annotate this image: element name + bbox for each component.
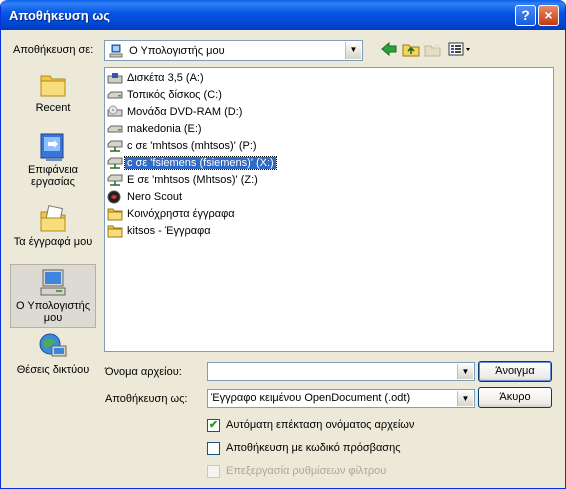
- network-drive-icon: [107, 156, 123, 170]
- hard-drive-icon: [107, 122, 123, 136]
- list-item[interactable]: E σε 'mhtsos (Mhtsos)' (Z:): [107, 172, 260, 188]
- cancel-button[interactable]: Άκυρο: [478, 387, 552, 408]
- filetype-value: Έγγραφο κειμένου OpenDocument (.odt): [211, 392, 411, 404]
- title-bar[interactable]: Αποθήκευση ως ? ×: [1, 0, 565, 30]
- my-documents-icon: [38, 204, 68, 234]
- place-recent-label: Recent: [35, 102, 71, 114]
- chevron-down-icon[interactable]: ▼: [345, 42, 361, 59]
- place-my-computer[interactable]: Ο Υπολογιστής μου: [10, 264, 96, 328]
- list-item[interactable]: Nero Scout: [107, 189, 184, 205]
- floppy-drive-icon: [107, 71, 123, 85]
- filetype-dropdown[interactable]: Έγγραφο κειμένου OpenDocument (.odt) ▼: [207, 389, 475, 408]
- hard-drive-icon: [107, 88, 123, 102]
- back-arrow-icon[interactable]: [379, 41, 399, 60]
- save-with-password-checkbox[interactable]: [207, 442, 220, 455]
- place-desktop-label: Επιφάνεια εργασίας: [27, 164, 79, 188]
- list-item[interactable]: Κοινόχρηστα έγγραφα: [107, 206, 237, 222]
- network-drive-icon: [107, 139, 123, 153]
- save-in-value: Ο Υπολογιστής μου: [129, 44, 225, 57]
- close-button[interactable]: ×: [538, 5, 559, 26]
- open-button[interactable]: Άνοιγμα: [478, 361, 552, 382]
- filename-label: Όνομα αρχείου:: [105, 366, 182, 378]
- list-item[interactable]: makedonia (E:): [107, 121, 204, 137]
- list-item[interactable]: Μονάδα DVD-RAM (D:): [107, 104, 244, 120]
- chevron-down-icon[interactable]: ▼: [457, 364, 473, 379]
- chevron-down-icon[interactable]: ▼: [457, 391, 473, 406]
- list-item[interactable]: Δισκέτα 3,5 (A:): [107, 70, 206, 86]
- list-item[interactable]: Τοπικός δίσκος (C:): [107, 87, 224, 103]
- list-item[interactable]: c σε 'mhtsos (mhtsos)' (P:): [107, 138, 259, 154]
- place-my-computer-label: Ο Υπολογιστής μου: [15, 300, 91, 324]
- help-button[interactable]: ?: [515, 5, 536, 26]
- places-bar: Recent Επιφάνεια εργασίας Τα έγγραφά μου…: [8, 64, 98, 384]
- edit-filter-settings-label: Επεξεργασία ρυθμίσεων φίλτρου: [226, 465, 387, 477]
- folder-up-icon[interactable]: [401, 42, 421, 60]
- save-in-label: Αποθήκευση σε:: [13, 44, 94, 56]
- place-my-documents[interactable]: Τα έγγραφά μου: [10, 204, 96, 260]
- auto-extension-checkbox[interactable]: ✔: [207, 419, 220, 432]
- views-menu-icon[interactable]: [447, 42, 473, 60]
- file-list[interactable]: Δισκέτα 3,5 (A:) Τοπικός δίσκος (C:) Μον…: [104, 67, 554, 352]
- save-with-password-label: Αποθήκευση με κωδικό πρόσβασης: [226, 442, 401, 454]
- nero-scout-icon: [107, 190, 123, 204]
- filename-input[interactable]: ▼: [207, 362, 475, 381]
- place-recent[interactable]: Recent: [10, 70, 96, 126]
- recent-icon: [38, 70, 68, 100]
- list-item[interactable]: kitsos - Έγγραφα: [107, 223, 213, 239]
- save-as-dialog: Αποθήκευση ως ? × Αποθήκευση σε: Ο Υπολο…: [0, 0, 566, 489]
- dvd-drive-icon: [107, 105, 123, 119]
- place-desktop[interactable]: Επιφάνεια εργασίας: [10, 132, 96, 200]
- my-computer-icon: [38, 268, 68, 298]
- new-folder-icon[interactable]: [423, 42, 443, 60]
- place-network[interactable]: Θέσεις δικτύου: [10, 332, 96, 378]
- shared-folder-icon: [107, 207, 123, 221]
- filetype-label: Αποθήκευση ως:: [105, 393, 188, 405]
- list-item-selected[interactable]: c σε 'fsiemens (fsiemens)' (X:): [107, 155, 277, 171]
- my-computer-small-icon: [109, 44, 123, 58]
- place-network-label: Θέσεις δικτύου: [16, 364, 90, 376]
- desktop-icon: [38, 132, 68, 162]
- edit-filter-settings-checkbox: [207, 465, 220, 478]
- network-places-icon: [38, 332, 68, 362]
- window-title: Αποθήκευση ως: [9, 8, 111, 23]
- place-my-documents-label: Τα έγγραφά μου: [13, 236, 93, 248]
- auto-extension-label: Αυτόματη επέκταση ονόματος αρχείων: [226, 419, 415, 431]
- network-drive-icon: [107, 173, 123, 187]
- save-in-dropdown[interactable]: Ο Υπολογιστής μου ▼: [104, 40, 363, 61]
- folder-icon: [107, 224, 123, 238]
